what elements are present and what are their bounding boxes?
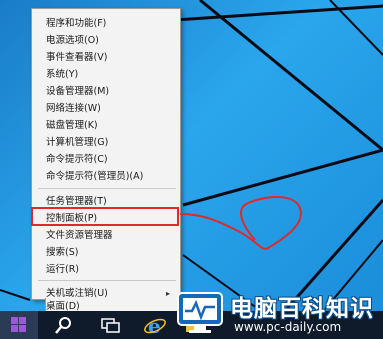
menu-item-power-options[interactable]: 电源选项(O) — [46, 32, 180, 49]
menu-separator — [38, 188, 176, 189]
menu-item-label: 事件查看器(V) — [46, 52, 108, 63]
menu-separator — [38, 280, 176, 281]
menu-item-label: 任务管理器(T) — [46, 196, 107, 207]
menu-item-network-connections[interactable]: 网络连接(W) — [46, 100, 180, 117]
search-icon — [55, 317, 71, 334]
menu-item-label: 文件资源管理器 — [46, 230, 113, 241]
watermark-title: 电脑百科知识 — [230, 296, 374, 322]
windows-logo-icon — [11, 317, 26, 332]
menu-item-label: 命令提示符(C) — [46, 154, 108, 165]
menu-item-computer-management[interactable]: 计算机管理(G) — [46, 134, 180, 151]
menu-item-label: 计算机管理(G) — [46, 137, 109, 148]
menu-item-label: 磁盘管理(K) — [46, 120, 98, 131]
winx-context-menu: 程序和功能(F) 电源选项(O) 事件查看器(V) 系统(Y) 设备管理器(M)… — [31, 8, 181, 300]
menu-item-system[interactable]: 系统(Y) — [46, 66, 180, 83]
menu-item-label: 搜索(S) — [46, 247, 79, 258]
site-watermark: 电脑百科知识 www.pc-daily.com — [176, 287, 383, 339]
menu-item-command-prompt[interactable]: 命令提示符(C) — [46, 151, 180, 168]
menu-item-task-manager[interactable]: 任务管理器(T) — [46, 193, 180, 210]
menu-item-label: 命令提示符(管理员)(A) — [46, 171, 144, 182]
watermark-url: www.pc-daily.com — [234, 320, 342, 334]
start-button[interactable] — [0, 311, 38, 339]
menu-item-label: 设备管理器(M) — [46, 86, 110, 97]
menu-item-command-prompt-admin[interactable]: 命令提示符(管理员)(A) — [46, 168, 180, 185]
menu-item-event-viewer[interactable]: 事件查看器(V) — [46, 49, 180, 66]
menu-item-label: 程序和功能(F) — [46, 18, 107, 29]
menu-item-file-explorer[interactable]: 文件资源管理器 — [46, 227, 180, 244]
menu-item-label: 运行(R) — [46, 264, 80, 275]
menu-item-search[interactable]: 搜索(S) — [46, 244, 180, 261]
menu-item-label: 电源选项(O) — [46, 35, 99, 46]
task-view-button[interactable] — [92, 311, 130, 339]
task-view-icon — [101, 318, 120, 333]
search-button[interactable] — [44, 311, 82, 339]
internet-explorer-icon: e — [144, 314, 166, 338]
menu-item-programs-features[interactable]: 程序和功能(F) — [46, 15, 180, 32]
monitor-logo-icon — [177, 292, 223, 333]
menu-item-disk-management[interactable]: 磁盘管理(K) — [46, 117, 180, 134]
menu-item-run[interactable]: 运行(R) — [46, 261, 180, 278]
svg-text:e: e — [148, 314, 161, 338]
menu-item-control-panel[interactable]: 控制面板(P) — [46, 210, 180, 227]
menu-item-label: 网络连接(W) — [46, 103, 101, 114]
internet-explorer-button[interactable]: e — [136, 311, 174, 339]
menu-item-label: 系统(Y) — [46, 69, 79, 80]
menu-item-device-manager[interactable]: 设备管理器(M) — [46, 83, 180, 100]
menu-item-label: 控制面板(P) — [46, 213, 98, 224]
